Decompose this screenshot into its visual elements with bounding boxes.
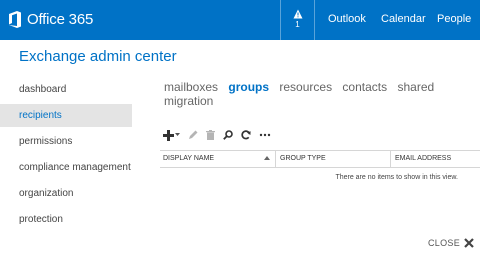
- add-icon: [163, 129, 174, 141]
- toolbar: [163, 128, 279, 142]
- delete-button[interactable]: [206, 128, 215, 142]
- search-button[interactable]: [223, 128, 233, 142]
- nav-item-permissions[interactable]: permissions: [0, 130, 132, 153]
- close-button[interactable]: CLOSE: [428, 238, 474, 248]
- empty-message: There are no items to show in this view.: [335, 174, 458, 181]
- nav-item-protection[interactable]: protection: [0, 208, 132, 231]
- alert-icon: [293, 9, 302, 19]
- groups-grid: DISPLAY NAME GROUP TYPE EMAIL ADDRESS Th…: [160, 150, 480, 181]
- tab-mailboxes[interactable]: mailboxes: [164, 80, 218, 94]
- calendar-link[interactable]: Calendar: [381, 13, 426, 25]
- outlook-link[interactable]: Outlook: [328, 13, 366, 25]
- brand-name: Office 365: [27, 11, 94, 28]
- recipient-tabs: mailboxes groups resources contacts shar…: [164, 80, 480, 108]
- new-button[interactable]: [163, 128, 180, 142]
- tab-groups[interactable]: groups: [228, 80, 269, 94]
- more-icon: [259, 133, 271, 137]
- grid-header: DISPLAY NAME GROUP TYPE EMAIL ADDRESS: [160, 150, 480, 168]
- page-title: Exchange admin center: [19, 48, 177, 65]
- office-logo-icon: [9, 11, 21, 28]
- delete-icon: [206, 130, 215, 140]
- column-display-name[interactable]: DISPLAY NAME: [163, 151, 271, 167]
- tab-migration[interactable]: migration: [164, 94, 213, 108]
- left-nav: dashboard recipients permissions complia…: [0, 78, 132, 234]
- notification-count: 1: [295, 20, 300, 29]
- refresh-button[interactable]: [241, 128, 251, 142]
- office365-brand[interactable]: Office 365: [8, 11, 93, 28]
- edit-icon: [189, 130, 198, 139]
- nav-item-organization[interactable]: organization: [0, 182, 132, 205]
- people-link[interactable]: People: [437, 13, 471, 25]
- top-bar: Office 365 1 Outlook Calendar People: [0, 0, 480, 40]
- nav-item-recipients[interactable]: recipients: [0, 104, 132, 127]
- column-group-type[interactable]: GROUP TYPE: [275, 151, 390, 167]
- notifications-button[interactable]: 1: [280, 0, 315, 40]
- tab-resources[interactable]: resources: [279, 80, 332, 94]
- close-icon: [464, 238, 474, 248]
- search-icon: [223, 130, 233, 140]
- chevron-down-icon: [175, 133, 180, 136]
- tab-shared[interactable]: shared: [397, 80, 434, 94]
- edit-button[interactable]: [188, 128, 198, 142]
- tab-contacts[interactable]: contacts: [342, 80, 387, 94]
- nav-item-dashboard[interactable]: dashboard: [0, 78, 132, 101]
- column-email-address[interactable]: EMAIL ADDRESS: [390, 151, 480, 167]
- more-button[interactable]: [259, 128, 271, 142]
- close-label: CLOSE: [427, 238, 460, 248]
- nav-item-compliance-management[interactable]: compliance management: [0, 156, 132, 179]
- sort-ascending-icon: [264, 156, 270, 160]
- refresh-icon: [241, 130, 251, 140]
